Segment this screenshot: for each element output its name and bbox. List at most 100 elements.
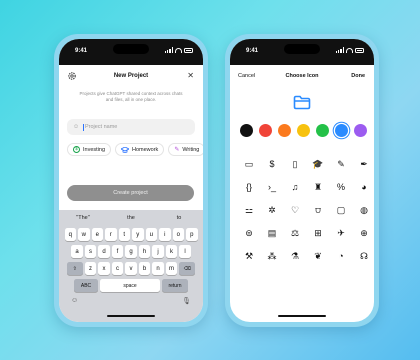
chip-label: Writing [182,146,200,153]
microphone-icon[interactable]: 🎙 [182,297,191,305]
close-icon[interactable]: ✕ [187,71,194,80]
terminal-icon[interactable]: ›_ [263,180,281,194]
suggestion-3[interactable]: to [155,212,203,224]
key-u[interactable]: u [145,228,157,241]
keyboard-bottom-bar: ☺ 🎙 [59,292,203,305]
flask-icon[interactable]: ⚗ [286,249,304,263]
shift-key-icon[interactable]: ⇧ [66,262,83,275]
key-j[interactable]: j [152,245,164,258]
key-x[interactable]: x [98,262,110,275]
graduation-cap-icon[interactable]: 🎓 [309,157,327,171]
battery-icon [184,47,193,53]
project-name-input[interactable]: ☺ Project name [67,119,195,135]
emoji-keyboard-icon[interactable]: ☺ [71,297,78,305]
folder-icon[interactable]: ▭ [240,157,258,171]
create-project-button[interactable]: Create project [67,185,194,201]
key-t[interactable]: t [118,228,130,241]
key-l[interactable]: l [179,245,191,258]
icon-grid: ▭ $ ▯ 🎓 ✎ ✒ {} ›_ ♫ ♜% ◕ ⚍ ✲ ♡ ⩌ ▢ ◍ ⊜ ▤ ⚖ ⊞ ✈ ⊕ ⚒ ⁂ ⚗ ❦ ◔ ☊ [230,143,374,263]
chip-label: Investing [83,146,106,153]
text-caret [83,123,84,131]
key-g[interactable]: g [125,245,137,258]
key-o[interactable]: o [172,228,184,241]
abc-key[interactable]: ABC [74,279,98,292]
emoji-icon[interactable]: ☺ [73,124,79,130]
heart-icon[interactable]: ♡ [286,203,304,217]
icon-preview [230,87,374,117]
chip-investing[interactable]: $ Investing [67,143,112,156]
return-key[interactable]: return [162,279,188,292]
dumbbell-icon[interactable]: ⚍ [240,203,258,217]
key-c[interactable]: c [111,262,124,275]
key-row-2: a s d f g h j k l [59,245,203,258]
chip-homework[interactable]: Homework [115,143,165,156]
color-swatch[interactable] [259,124,272,137]
key-v[interactable]: v [125,262,137,275]
book-icon[interactable]: ▯ [286,157,304,171]
popcorn-icon[interactable]: ♜ [309,180,327,194]
key-s[interactable]: s [84,245,97,258]
gift-icon[interactable]: ⊞ [309,226,327,240]
basket-icon[interactable]: ⩌ [309,203,327,217]
key-n[interactable]: n [152,262,164,275]
key-p[interactable]: p [186,228,198,241]
color-swatch[interactable] [278,124,291,137]
baseball-icon[interactable]: ⊜ [240,226,258,240]
key-b[interactable]: b [138,262,151,275]
key-d[interactable]: d [98,245,110,258]
key-i[interactable]: i [159,228,171,241]
stethoscope-icon[interactable]: ☊ [355,249,373,263]
music-note-icon[interactable]: ♫ [286,180,304,194]
dollar-icon[interactable]: $ [263,157,281,171]
folder-icon [293,95,311,109]
color-swatch[interactable] [240,124,253,137]
suggestion-1[interactable]: "The" [59,212,107,224]
color-swatch[interactable] [297,124,310,137]
backspace-key-icon[interactable]: ⌫ [179,262,196,275]
key-k[interactable]: k [165,245,178,258]
key-z[interactable]: z [84,262,97,275]
key-m[interactable]: m [165,262,178,275]
scales-icon[interactable]: ⚖ [286,226,304,240]
wifi-icon [175,47,182,53]
color-swatch[interactable] [316,124,329,137]
dynamic-island [113,44,149,54]
status-time: 9:41 [75,48,88,54]
color-swatch[interactable] [354,124,367,137]
pencil-icon: ✎ [174,146,180,153]
settings-icon[interactable]: ✲ [263,203,281,217]
page-title: New Project [113,73,149,79]
tablet-icon[interactable]: ▢ [332,203,350,217]
percent-icon[interactable]: % [332,180,350,194]
key-row-1: q w e r t y u i o p [59,228,203,241]
key-q[interactable]: q [64,228,76,241]
brain-icon[interactable]: ❦ [309,249,327,263]
key-r[interactable]: r [105,228,117,241]
key-y[interactable]: y [132,228,144,241]
status-time: 9:41 [246,48,259,54]
wrench-icon[interactable]: ⚒ [240,249,258,263]
color-swatch[interactable] [335,124,348,137]
pen-icon[interactable]: ✒ [355,157,373,171]
choose-icon-header: Cancel Choose Icon Done [230,65,374,87]
key-a[interactable]: a [71,245,83,258]
key-e[interactable]: e [91,228,103,241]
chip-writing[interactable]: ✎ Writing [168,143,203,156]
airplane-icon[interactable]: ✈ [332,226,350,240]
paw-icon[interactable]: ⁂ [263,249,281,263]
palette-icon[interactable]: ◕ [355,180,373,194]
key-w[interactable]: w [78,228,90,241]
suggestion-2[interactable]: the [107,212,155,224]
status-bar: 9:41 [59,39,203,65]
braces-icon[interactable]: {} [240,180,258,194]
globe-icon[interactable]: ⊕ [355,226,373,240]
done-button[interactable]: Done [351,73,365,79]
pencil-icon[interactable]: ✎ [332,157,350,171]
space-key[interactable]: space [100,279,160,292]
key-f[interactable]: f [111,245,124,258]
document-icon[interactable]: ▤ [263,226,281,240]
chart-icon[interactable]: ◔ [332,249,350,263]
home-indicator [278,314,326,317]
apple-icon[interactable]: ◍ [355,203,373,217]
key-h[interactable]: h [138,245,151,258]
